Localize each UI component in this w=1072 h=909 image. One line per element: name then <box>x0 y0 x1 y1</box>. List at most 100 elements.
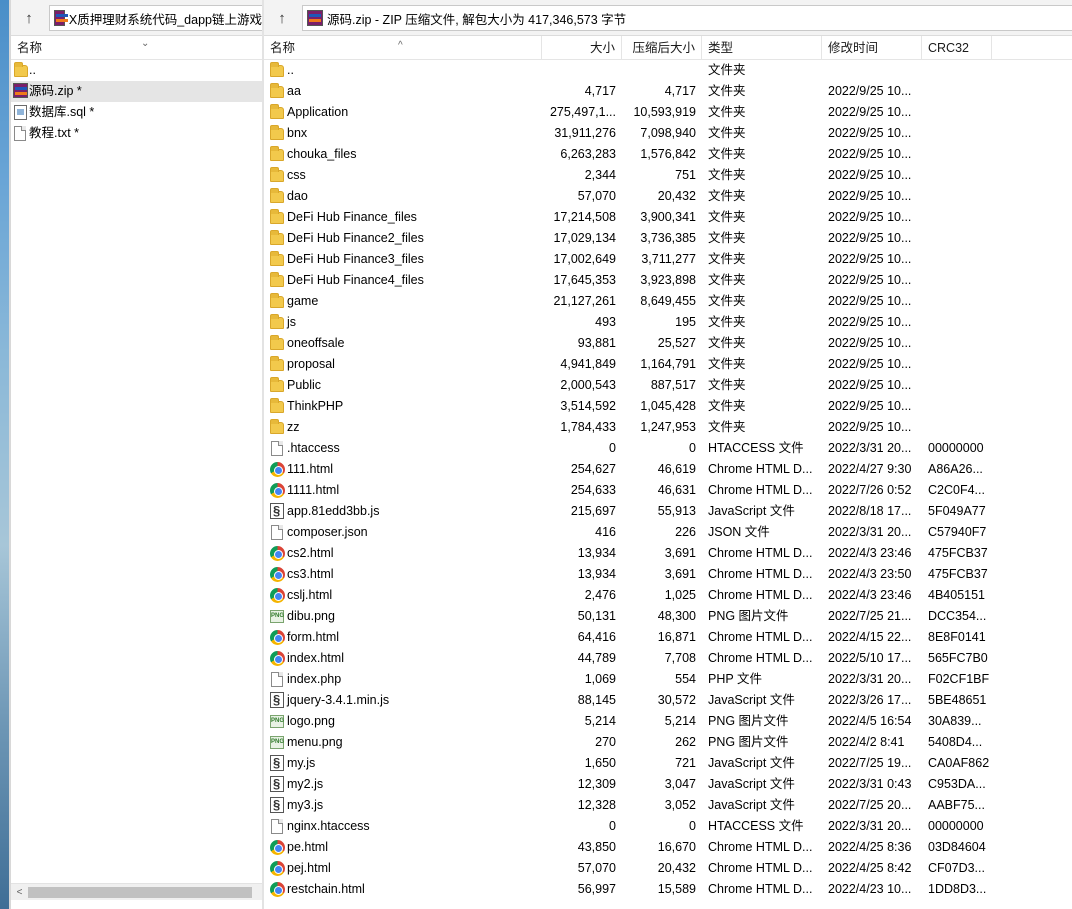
table-row[interactable]: my.js 1,650 721 JavaScript 文件 2022/7/25 19..… <box>264 752 1072 774</box>
table-row[interactable]: js 493 195 文件夹 2022/9/25 10... <box>264 312 1072 333</box>
scroll-left-icon[interactable]: < <box>11 884 28 901</box>
table-row[interactable]: restchain.html 56,997 15,589 Chrome HTML D.… <box>264 879 1072 900</box>
table-row[interactable]: logo.png 5,214 5,214 PNG 图片文件 2022/4/5 16:54… <box>264 711 1072 732</box>
list-item[interactable]: 源码.zip * <box>11 81 262 102</box>
file-size: 6,263,283 <box>560 147 616 161</box>
file-name: DeFi Hub Finance3_files <box>287 252 424 266</box>
file-type: JavaScript 文件 <box>708 693 795 707</box>
file-size: 1,650 <box>584 756 616 770</box>
file-packed: 8,649,455 <box>640 294 696 308</box>
table-row[interactable]: bnx 31,911,276 7,098,940 文件夹 2022/9/25 10... <box>264 123 1072 144</box>
file-size: 2,000,543 <box>560 378 616 392</box>
table-row[interactable]: zz 1,784,433 1,247,953 文件夹 2022/9/25 10... <box>264 417 1072 438</box>
left-address-bar: ↑ X质押理财系统代码_dapp链上游戏 <box>11 0 262 36</box>
table-row[interactable]: game 21,127,261 8,649,455 文件夹 2022/9/25 10..… <box>264 291 1072 312</box>
file-type: Chrome HTML D... <box>708 861 813 875</box>
file-name: menu.png <box>287 735 343 749</box>
file-packed: 16,670 <box>657 840 696 854</box>
table-row[interactable]: form.html 64,416 16,871 Chrome HTML D... 202… <box>264 627 1072 648</box>
table-row[interactable]: app.81edd3bb.js 215,697 55,913 JavaScript 文… <box>264 500 1072 522</box>
column-name-header[interactable]: 名称 ^ <box>264 36 542 60</box>
file-size: 0 <box>609 819 616 833</box>
table-row[interactable]: Application 275,497,1... 10,593,919 文件夹 2022… <box>264 102 1072 123</box>
table-row[interactable]: composer.json 416 226 JSON 文件 2022/3/31 20..… <box>264 522 1072 543</box>
up-folder-button[interactable]: ↑ <box>15 6 43 30</box>
list-item[interactable]: .. <box>11 60 262 81</box>
file-size: 12,328 <box>577 798 616 812</box>
table-row[interactable]: my3.js 12,328 3,052 JavaScript 文件 2022/7/25 … <box>264 794 1072 816</box>
column-packed-header[interactable]: 压缩后大小 <box>622 36 702 60</box>
table-row[interactable]: chouka_files 6,263,283 1,576,842 文件夹 2022/9/… <box>264 144 1072 165</box>
table-row[interactable]: cs2.html 13,934 3,691 Chrome HTML D... 2022/… <box>264 543 1072 564</box>
horizontal-scrollbar[interactable]: < <box>11 883 262 900</box>
column-name-header[interactable]: 名称 ⌄ <box>11 36 263 60</box>
table-row[interactable]: 1111.html 254,633 46,631 Chrome HTML D... 20… <box>264 480 1072 501</box>
table-row[interactable]: css 2,344 751 文件夹 2022/9/25 10... <box>264 165 1072 186</box>
file-size: 12,309 <box>577 777 616 791</box>
file-crc: 5BE48651 <box>928 693 987 707</box>
table-row[interactable]: pej.html 57,070 20,432 Chrome HTML D... 2022… <box>264 858 1072 879</box>
file-type: 文件夹 <box>708 189 746 203</box>
file-crc: 03D84604 <box>928 840 986 854</box>
file-modified: 2022/3/31 0:43 <box>828 777 912 791</box>
file-modified: 2022/9/25 10... <box>828 378 912 392</box>
table-row[interactable]: menu.png 270 262 PNG 图片文件 2022/4/2 8:41 5408D… <box>264 732 1072 753</box>
file-type: 文件夹 <box>708 252 746 266</box>
table-row[interactable]: ThinkPHP 3,514,592 1,045,428 文件夹 2022/9/25 1… <box>264 396 1072 417</box>
left-path-field[interactable]: X质押理财系统代码_dapp链上游戏 <box>49 5 262 31</box>
file-name: 源码.zip * <box>29 84 82 98</box>
file-crc <box>922 81 992 102</box>
up-folder-button-right[interactable]: ↑ <box>268 6 296 30</box>
table-row[interactable]: jquery-3.4.1.min.js 88,145 30,572 JavaScrip… <box>264 689 1072 711</box>
column-crc-header[interactable]: CRC32 <box>922 36 992 60</box>
file-type: Chrome HTML D... <box>708 882 813 896</box>
table-row[interactable]: pe.html 43,850 16,670 Chrome HTML D... 2022/… <box>264 837 1072 858</box>
table-row[interactable]: DeFi Hub Finance4_files 17,645,353 3,923,8… <box>264 270 1072 291</box>
table-row[interactable]: DeFi Hub Finance3_files 17,002,649 3,711,2… <box>264 249 1072 270</box>
file-size: 5,214 <box>584 714 616 728</box>
table-row[interactable]: cslj.html 2,476 1,025 Chrome HTML D... 2022/… <box>264 585 1072 606</box>
table-row[interactable]: cs3.html 13,934 3,691 Chrome HTML D... 2022/… <box>264 564 1072 585</box>
table-row[interactable]: dao 57,070 20,432 文件夹 2022/9/25 10... <box>264 186 1072 207</box>
table-row[interactable]: dibu.png 50,131 48,300 PNG 图片文件 2022/7/25 21… <box>264 606 1072 627</box>
column-size-header[interactable]: 大小 <box>542 36 622 60</box>
table-row[interactable]: .htaccess 0 0 HTACCESS 文件 2022/3/31 20... 000… <box>264 438 1072 459</box>
column-modified-header[interactable]: 修改时间 <box>822 36 922 60</box>
table-row[interactable]: DeFi Hub Finance2_files 17,029,134 3,736,3… <box>264 228 1072 249</box>
file-crc: F02CF1BF <box>928 672 990 686</box>
scrollbar-thumb[interactable] <box>28 887 252 898</box>
right-path-field[interactable]: 源码.zip - ZIP 压缩文件, 解包大小为 417,346,573 字节 <box>302 5 1072 31</box>
column-size-label: 大小 <box>589 41 615 55</box>
list-item[interactable]: 数据库.sql * <box>11 102 262 123</box>
file-modified: 2022/4/2 8:41 <box>828 735 905 749</box>
file-name: nginx.htaccess <box>287 819 370 833</box>
table-row[interactable]: index.php 1,069 554 PHP 文件 2022/3/31 20... F0… <box>264 669 1072 690</box>
table-row[interactable]: Public 2,000,543 887,517 文件夹 2022/9/25 10... <box>264 375 1072 396</box>
table-row[interactable]: my2.js 12,309 3,047 JavaScript 文件 2022/3/31 … <box>264 773 1072 795</box>
column-type-header[interactable]: 类型 <box>702 36 822 60</box>
table-row[interactable]: DeFi Hub Finance_files 17,214,508 3,900,34… <box>264 207 1072 228</box>
file-modified: 2022/9/25 10... <box>828 336 912 350</box>
table-row[interactable]: aa 4,717 4,717 文件夹 2022/9/25 10... <box>264 81 1072 102</box>
table-row[interactable]: nginx.htaccess 0 0 HTACCESS 文件 2022/3/31 20.… <box>264 816 1072 837</box>
file-crc: DCC354... <box>928 609 987 623</box>
file-type: JavaScript 文件 <box>708 504 795 518</box>
right-file-list: .. 文件夹 aa 4,717 4,717 文件夹 2022/9/25 10... Appli… <box>264 60 1072 900</box>
file-size: 21,127,261 <box>553 294 616 308</box>
file-size: 57,070 <box>577 189 616 203</box>
file-modified: 2022/3/31 20... <box>828 525 912 539</box>
file-size: 1,784,433 <box>560 420 616 434</box>
column-type-label: 类型 <box>708 41 734 55</box>
table-row[interactable]: 111.html 254,627 46,619 Chrome HTML D... 202… <box>264 459 1072 480</box>
list-item[interactable]: 教程.txt * <box>11 123 262 144</box>
table-row[interactable]: .. 文件夹 <box>264 60 1072 81</box>
file-name: DeFi Hub Finance4_files <box>287 273 424 287</box>
file-modified: 2022/4/27 9:30 <box>828 462 912 476</box>
table-row[interactable]: proposal 4,941,849 1,164,791 文件夹 2022/9/25 1… <box>264 354 1072 375</box>
right-column-header: 名称 ^ 大小 压缩后大小 类型 修改时间 CRC32 <box>264 36 1072 60</box>
file-name: ThinkPHP <box>287 399 344 413</box>
table-row[interactable]: index.html 44,789 7,708 Chrome HTML D... 202… <box>264 648 1072 669</box>
table-row[interactable]: oneoffsale 93,881 25,527 文件夹 2022/9/25 10... <box>264 333 1072 354</box>
file-packed: 7,708 <box>664 651 696 665</box>
file-crc <box>922 375 992 396</box>
